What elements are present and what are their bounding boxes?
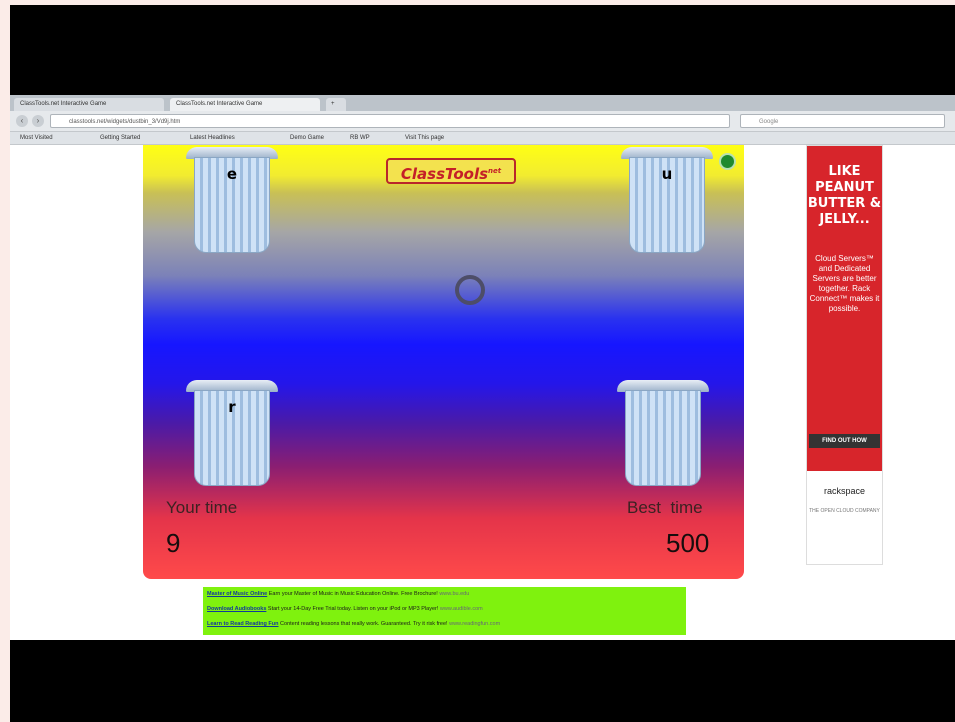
bin-letter: e	[226, 165, 238, 183]
menu-icon[interactable]	[719, 153, 736, 170]
advert-body: Cloud Servers™ and Dedicated Servers are…	[809, 254, 880, 313]
game-area[interactable]: ClassToolsnet e u r Your time 9 Best tim…	[143, 145, 744, 579]
new-tab-button[interactable]: +	[326, 98, 346, 111]
video-frame: ClassTools.net Interactive Game ClassToo…	[10, 5, 955, 722]
bin-letter: u	[661, 165, 673, 183]
text-ad[interactable]: Master of Music Online Earn your Master …	[207, 591, 469, 597]
bookmark-item[interactable]: Demo Game	[290, 133, 324, 143]
bookmark-item[interactable]: Getting Started	[100, 133, 140, 143]
advert-button[interactable]: FIND OUT HOW	[809, 434, 880, 448]
address-bar[interactable]: classtools.net/widgets/dustbin_3/Vd9j.ht…	[50, 114, 730, 128]
loading-spinner-icon	[455, 275, 485, 305]
bin-letter: r	[228, 398, 236, 416]
text-ad[interactable]: Learn to Read Reading Fun Content readin…	[207, 621, 500, 627]
bookmark-item[interactable]: Visit This page	[405, 133, 444, 143]
best-time-value: 500	[666, 528, 710, 558]
navigation-bar: ‹ › classtools.net/widgets/dustbin_3/Vd9…	[10, 111, 955, 132]
advert-headline: LIKE PEANUT BUTTER & JELLY...	[807, 164, 882, 227]
your-time-value: 9	[166, 528, 181, 558]
best-time-label: Best time	[627, 498, 703, 517]
tab-bar: ClassTools.net Interactive Game ClassToo…	[10, 95, 955, 111]
advert-banner: LIKE PEANUT BUTTER & JELLY... Cloud Serv…	[807, 146, 882, 471]
rackspace-logo: rackspace	[823, 486, 866, 496]
text-ads-box: Master of Music Online Earn your Master …	[203, 587, 686, 635]
your-time-label: Your time	[166, 498, 238, 517]
advert-tagline: THE OPEN CLOUD COMPANY	[809, 508, 880, 514]
browser-window: ClassTools.net Interactive Game ClassToo…	[10, 95, 955, 640]
search-field[interactable]: Google	[740, 114, 945, 128]
classtools-logo[interactable]: ClassToolsnet	[386, 158, 516, 184]
bin-body	[625, 390, 701, 486]
dustbin[interactable]: r	[186, 380, 278, 490]
bookmark-item[interactable]: RB WP	[350, 133, 370, 143]
browser-tab-active[interactable]: ClassTools.net Interactive Game	[170, 98, 320, 111]
dustbin[interactable]	[617, 380, 709, 490]
bookmark-item[interactable]: Most Visited	[20, 133, 53, 143]
back-icon[interactable]: ‹	[16, 115, 28, 127]
bookmarks-bar: Most Visited Getting Started Latest Head…	[10, 132, 955, 145]
bookmark-item[interactable]: Latest Headlines	[190, 133, 235, 143]
dustbin[interactable]: u	[621, 147, 713, 257]
text-ad[interactable]: Download Audiobooks Start your 14-Day Fr…	[207, 606, 483, 612]
dustbin[interactable]: e	[186, 147, 278, 257]
sidebar-advert[interactable]: LIKE PEANUT BUTTER & JELLY... Cloud Serv…	[806, 145, 883, 565]
browser-tab[interactable]: ClassTools.net Interactive Game	[14, 98, 164, 111]
forward-icon[interactable]: ›	[32, 115, 44, 127]
